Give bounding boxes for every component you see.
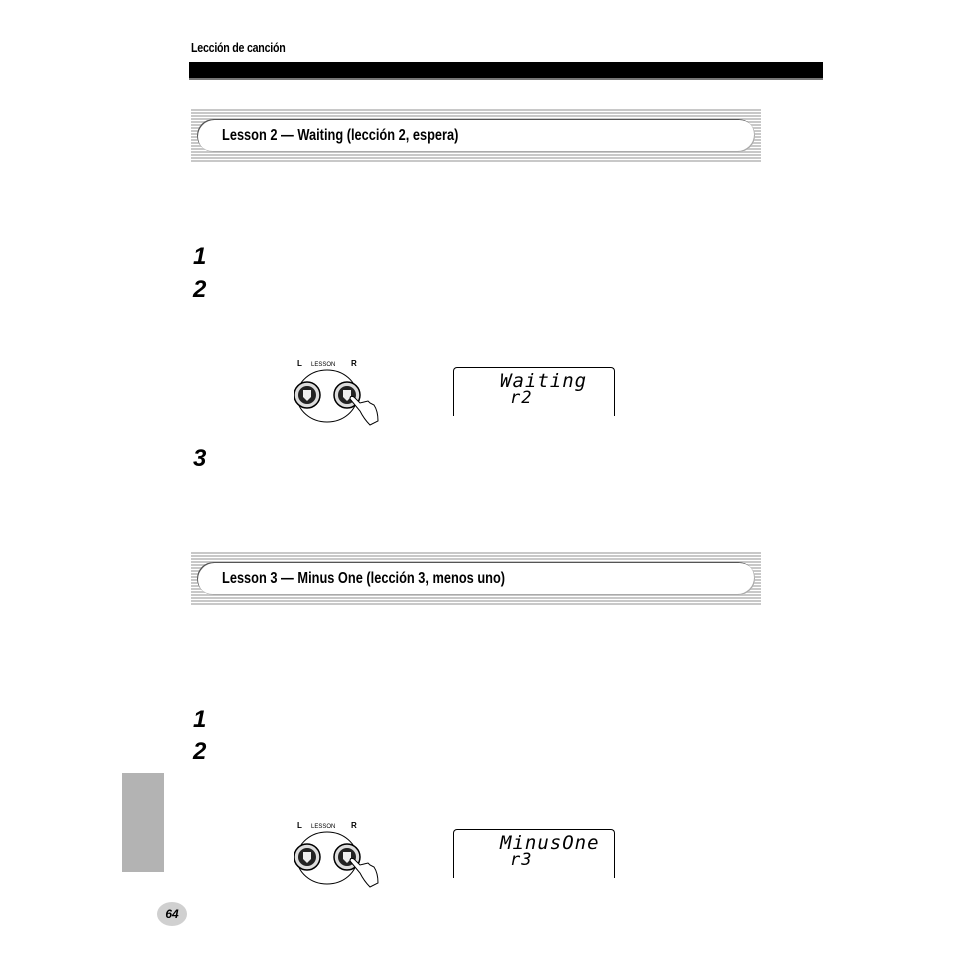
- lesson-3-banner: Lesson 3 — Minus One (lección 3, menos u…: [191, 552, 761, 606]
- lesson-buttons-panel: L LESSON R: [293, 355, 379, 433]
- lesson-3-title: Lesson 3 — Minus One (lección 3, menos u…: [222, 570, 506, 587]
- panel-right-label: R: [351, 821, 357, 830]
- step-number: 3: [193, 445, 207, 472]
- lcd-line-2: r2: [510, 388, 533, 408]
- panel-center-label: LESSON: [311, 362, 335, 368]
- lcd-line-2: r3: [510, 850, 533, 870]
- lcd-display: Waiting r2: [453, 367, 615, 416]
- lesson-2-banner: Lesson 2 — Waiting (lección 2, espera): [191, 109, 761, 163]
- panel-left-label: L: [297, 821, 302, 830]
- running-head: Lección de canción: [191, 40, 286, 55]
- chapter-side-tab: [122, 773, 164, 872]
- step-number: 2: [193, 276, 207, 303]
- lesson-2-pill: Lesson 2 — Waiting (lección 2, espera): [197, 119, 755, 152]
- pointing-hand-icon: [349, 857, 379, 888]
- header-bar: [189, 62, 823, 78]
- panel-right-label: R: [351, 359, 357, 368]
- lesson-2-title: Lesson 2 — Waiting (lección 2, espera): [222, 127, 459, 144]
- page-number: 64: [165, 907, 179, 921]
- pointing-hand-icon: [349, 395, 379, 426]
- lcd-display: MinusOne r3: [453, 829, 615, 878]
- lesson-buttons-illustration: L LESSON R: [293, 821, 379, 888]
- lesson-l-button[interactable]: [293, 843, 321, 871]
- panel-center-label: LESSON: [311, 824, 335, 830]
- step-number: 1: [193, 243, 207, 270]
- step-number: 2: [193, 738, 207, 765]
- lesson-l-button[interactable]: [293, 381, 321, 409]
- panel-left-label: L: [297, 359, 302, 368]
- lesson-3-pill: Lesson 3 — Minus One (lección 3, menos u…: [197, 562, 755, 595]
- lesson-buttons-illustration: L LESSON R: [293, 359, 379, 426]
- step-number: 1: [193, 706, 207, 733]
- page-number-badge: 64: [157, 902, 187, 926]
- lesson-buttons-panel: L LESSON R: [293, 817, 379, 895]
